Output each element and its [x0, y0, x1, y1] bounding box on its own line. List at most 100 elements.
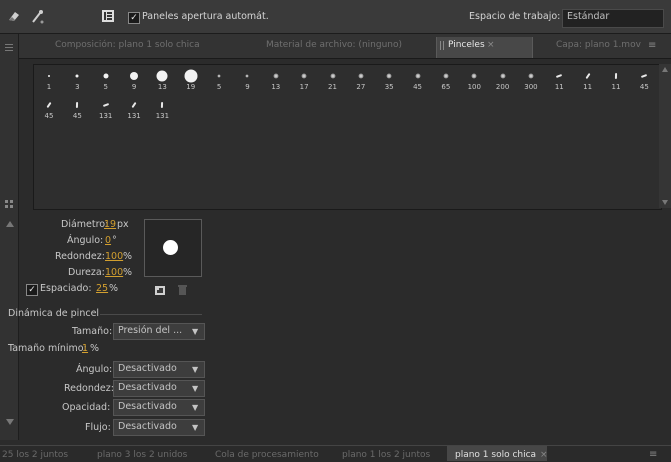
brush-tip-size: 35 — [384, 83, 394, 91]
brush-tip[interactable]: 45 — [405, 67, 431, 93]
brush-tip[interactable]: 45 — [64, 96, 90, 122]
dynamics-divider — [100, 314, 202, 315]
tab-close-icon[interactable]: × — [487, 40, 495, 50]
chevron-down-icon: ▼ — [192, 423, 199, 432]
brush-tip[interactable]: 17 — [291, 67, 317, 93]
flow-dyn-label: Flujo: — [85, 422, 111, 433]
angle-dyn-label: Ángulo: — [76, 364, 113, 375]
brush-tip-size: 11 — [554, 83, 564, 91]
brush-tip[interactable]: 45 — [36, 96, 62, 122]
brush-tip-size: 13 — [157, 83, 167, 91]
brush-tip-shape — [330, 73, 335, 79]
scroll-down-icon[interactable] — [6, 418, 14, 428]
brush-tip[interactable]: 11 — [575, 67, 601, 93]
opacity-dyn-value: Desactivado — [118, 401, 177, 412]
brush-tip[interactable]: 131 — [149, 96, 175, 122]
min-size-value[interactable]: 1 — [82, 343, 88, 354]
brush-tip-shape — [217, 74, 221, 78]
spacing-value[interactable]: 25 — [96, 283, 108, 294]
bottom-tab-4[interactable]: plano 1 los 2 juntos — [342, 450, 430, 460]
flow-dyn-value: Desactivado — [118, 421, 177, 432]
brush-tip-shape — [273, 73, 279, 79]
brush-tip-size: 131 — [127, 112, 141, 120]
bottom-tab-close-icon[interactable]: × — [540, 450, 548, 460]
panel-menu-icon[interactable]: ≡ — [648, 40, 656, 51]
chevron-down-icon: ▼ — [192, 384, 199, 393]
scroll-up-icon[interactable] — [6, 220, 14, 230]
diameter-label: Diámetro: — [61, 219, 109, 230]
bottom-tab-2[interactable]: plano 3 los 2 unidos — [97, 450, 187, 460]
bottom-tab-1[interactable]: 25 los 2 juntos — [2, 450, 68, 460]
brush-tip-shape — [641, 74, 648, 78]
new-brush-icon[interactable] — [155, 286, 165, 298]
brush-tip[interactable]: 1 — [36, 67, 62, 93]
spacing-unit: % — [109, 283, 119, 294]
brush-tip[interactable]: 131 — [93, 96, 119, 122]
tab-footage[interactable]: Material de archivo: (ninguno) — [266, 40, 402, 50]
roundness-dyn-value: Desactivado — [118, 382, 177, 393]
brush-tip-size: 21 — [328, 83, 337, 91]
brush-tip-shape — [471, 73, 477, 79]
brush-tip-size: 19 — [186, 83, 196, 91]
brush-tip-shape — [415, 73, 421, 79]
tab-composition[interactable]: Composición: plano 1 solo chica — [55, 40, 200, 50]
brush-tip[interactable]: 65 — [433, 67, 459, 93]
grip-icon[interactable] — [4, 199, 14, 211]
angle-unit: ° — [112, 235, 117, 246]
brush-tip[interactable]: 27 — [348, 67, 374, 93]
brush-tip-size: 5 — [103, 83, 108, 91]
angle-value[interactable]: 0 — [105, 235, 111, 246]
brush-tip[interactable]: 5 — [93, 67, 119, 93]
auto-open-checkbox[interactable]: ✓ — [128, 12, 140, 24]
brush-tip-shape — [161, 101, 164, 109]
workspace-value: Estándar — [567, 11, 610, 22]
size-dropdown-value: Presión del ... — [118, 325, 183, 336]
bottom-tab-render-queue[interactable]: Cola de procesamiento — [215, 450, 319, 460]
brush-tip[interactable]: 200 — [490, 67, 516, 93]
brush-tip[interactable]: 19 — [178, 67, 204, 93]
tab-brushes[interactable]: Pinceles — [448, 40, 485, 50]
brush-tip-shape — [184, 69, 198, 83]
chevron-down-icon: ▼ — [192, 403, 199, 412]
brush-tip[interactable]: 13 — [263, 67, 289, 93]
brush-tip[interactable]: 21 — [320, 67, 346, 93]
brush-scrollbar[interactable] — [659, 64, 671, 208]
brush-tip-size: 45 — [44, 112, 54, 120]
brush-tip[interactable]: 300 — [518, 67, 544, 93]
bottom-tab-5[interactable]: plano 1 solo chica — [455, 450, 536, 460]
brush-tip[interactable]: 35 — [376, 67, 402, 93]
angle-dyn-value: Desactivado — [118, 363, 177, 374]
eraser-icon[interactable] — [7, 9, 21, 23]
brush-tip[interactable]: 131 — [121, 96, 147, 122]
roundness-unit: % — [123, 251, 133, 262]
spacing-checkbox[interactable]: ✓ — [26, 284, 38, 296]
brush-tip[interactable]: 11 — [546, 67, 572, 93]
roundness-dyn-label: Redondez: — [64, 383, 114, 394]
tab-layer[interactable]: Capa: plano 1.mov — [556, 40, 641, 50]
delete-brush-icon[interactable] — [178, 285, 187, 298]
brush-tip[interactable]: 11 — [603, 67, 629, 93]
hardness-value[interactable]: 100 — [105, 267, 123, 278]
brush-preview-dot — [163, 240, 178, 255]
brush-tip-size: 17 — [299, 83, 309, 91]
brush-tip[interactable]: 3 — [64, 67, 90, 93]
brush-tip[interactable]: 45 — [631, 67, 657, 93]
left-panel-strip — [0, 34, 19, 440]
puppet-pin-icon[interactable] — [30, 9, 44, 24]
brush-tip-shape — [585, 72, 591, 80]
diameter-value[interactable]: 19 — [104, 219, 116, 230]
brush-tip[interactable]: 9 — [234, 67, 260, 93]
brush-tip-shape — [245, 74, 249, 78]
brush-tip[interactable]: 5 — [206, 67, 232, 93]
panel-toggle-icon[interactable] — [101, 9, 115, 23]
roundness-value[interactable]: 100 — [105, 251, 123, 262]
brush-tip-size: 5 — [216, 83, 222, 91]
brush-tip-shape — [556, 74, 563, 78]
brush-tip-shape — [48, 75, 50, 77]
brush-tip-shape — [528, 73, 534, 79]
collapse-icon[interactable] — [4, 42, 14, 52]
bottom-menu-icon[interactable]: ≡ — [649, 449, 657, 460]
brush-tip[interactable]: 100 — [461, 67, 487, 93]
brush-tip[interactable]: 13 — [149, 67, 175, 93]
brush-tip[interactable]: 9 — [121, 67, 147, 93]
